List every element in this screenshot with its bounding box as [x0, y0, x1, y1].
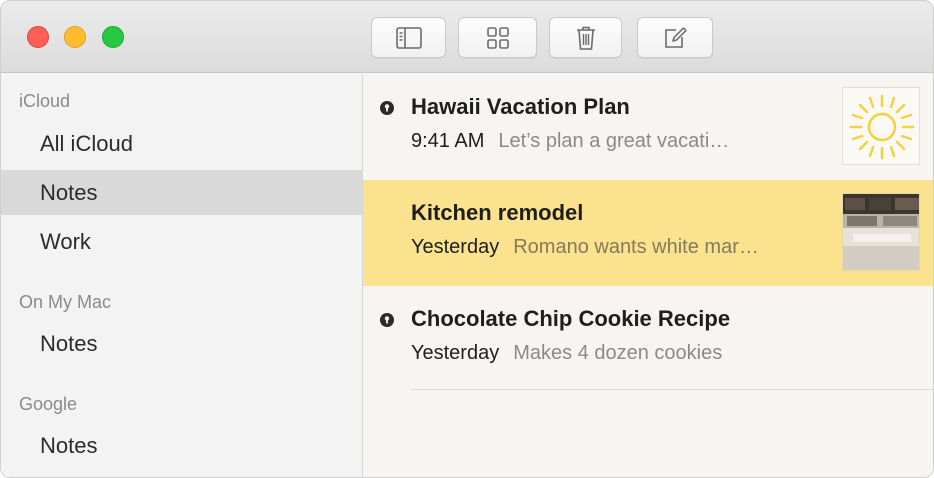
note-preview: Romano wants white mar… — [513, 236, 759, 258]
sidebar-item-icloud-notes[interactable]: Notes — [1, 170, 362, 215]
note-meta: Yesterday Makes 4 dozen cookies — [411, 342, 722, 365]
note-date: 9:41 AM — [411, 130, 485, 152]
grid-icon — [486, 26, 509, 49]
new-note-button[interactable] — [637, 17, 713, 58]
note-thumbnail — [842, 87, 920, 165]
trash-icon — [576, 26, 595, 50]
sidebar-item-mac-notes[interactable]: Notes — [1, 321, 362, 366]
sidebar-section-google: Google — [19, 394, 78, 414]
sidebar-item-work[interactable]: Work — [1, 219, 362, 264]
kitchen-photo — [843, 194, 919, 270]
note-date: Yesterday — [411, 236, 500, 258]
lock-icon — [380, 313, 394, 327]
note-title: Hawaii Vacation Plan — [411, 94, 630, 119]
compose-icon — [665, 26, 687, 48]
note-kitchen-remodel[interactable]: Kitchen remodel Yesterday Romano wants wh… — [363, 180, 933, 286]
gallery-view-button[interactable] — [458, 17, 537, 58]
note-meta: Yesterday Romano wants white mar… — [411, 236, 759, 259]
delete-button[interactable] — [549, 17, 622, 58]
sidebar-section-icloud: iCloud — [19, 91, 71, 111]
note-thumbnail — [842, 193, 920, 271]
sidebar-item-google-notes[interactable]: Notes — [1, 423, 362, 468]
notes-window: iCloud All iCloud Notes Work On My Mac N… — [0, 0, 934, 478]
sidebar-toggle-button[interactable] — [371, 17, 446, 58]
note-date: Yesterday — [411, 342, 500, 364]
sidebar-section-on-my-mac: On My Mac — [19, 292, 112, 312]
list-divider — [411, 389, 933, 390]
sun-icon — [849, 94, 915, 160]
minimize-button[interactable] — [64, 26, 86, 48]
note-title: Chocolate Chip Cookie Recipe — [411, 306, 731, 331]
sidebar: iCloud All iCloud Notes Work On My Mac N… — [1, 74, 363, 477]
note-cookie-recipe[interactable]: Chocolate Chip Cookie Recipe Yesterday Ma… — [363, 286, 933, 392]
close-button[interactable] — [27, 26, 49, 48]
note-title: Kitchen remodel — [411, 200, 584, 225]
note-hawaii-vacation[interactable]: Hawaii Vacation Plan 9:41 AM Let’s plan a… — [363, 74, 933, 180]
note-meta: 9:41 AM Let’s plan a great vacati… — [411, 130, 729, 153]
note-preview: Makes 4 dozen cookies — [513, 342, 723, 364]
note-preview: Let’s plan a great vacati… — [498, 130, 730, 152]
zoom-button[interactable] — [102, 26, 124, 48]
sidebar-icon — [395, 26, 422, 49]
lock-icon — [380, 101, 394, 115]
sidebar-item-all-icloud[interactable]: All iCloud — [1, 121, 362, 166]
toolbar — [1, 1, 933, 73]
note-list: Hawaii Vacation Plan 9:41 AM Let’s plan a… — [363, 74, 933, 477]
